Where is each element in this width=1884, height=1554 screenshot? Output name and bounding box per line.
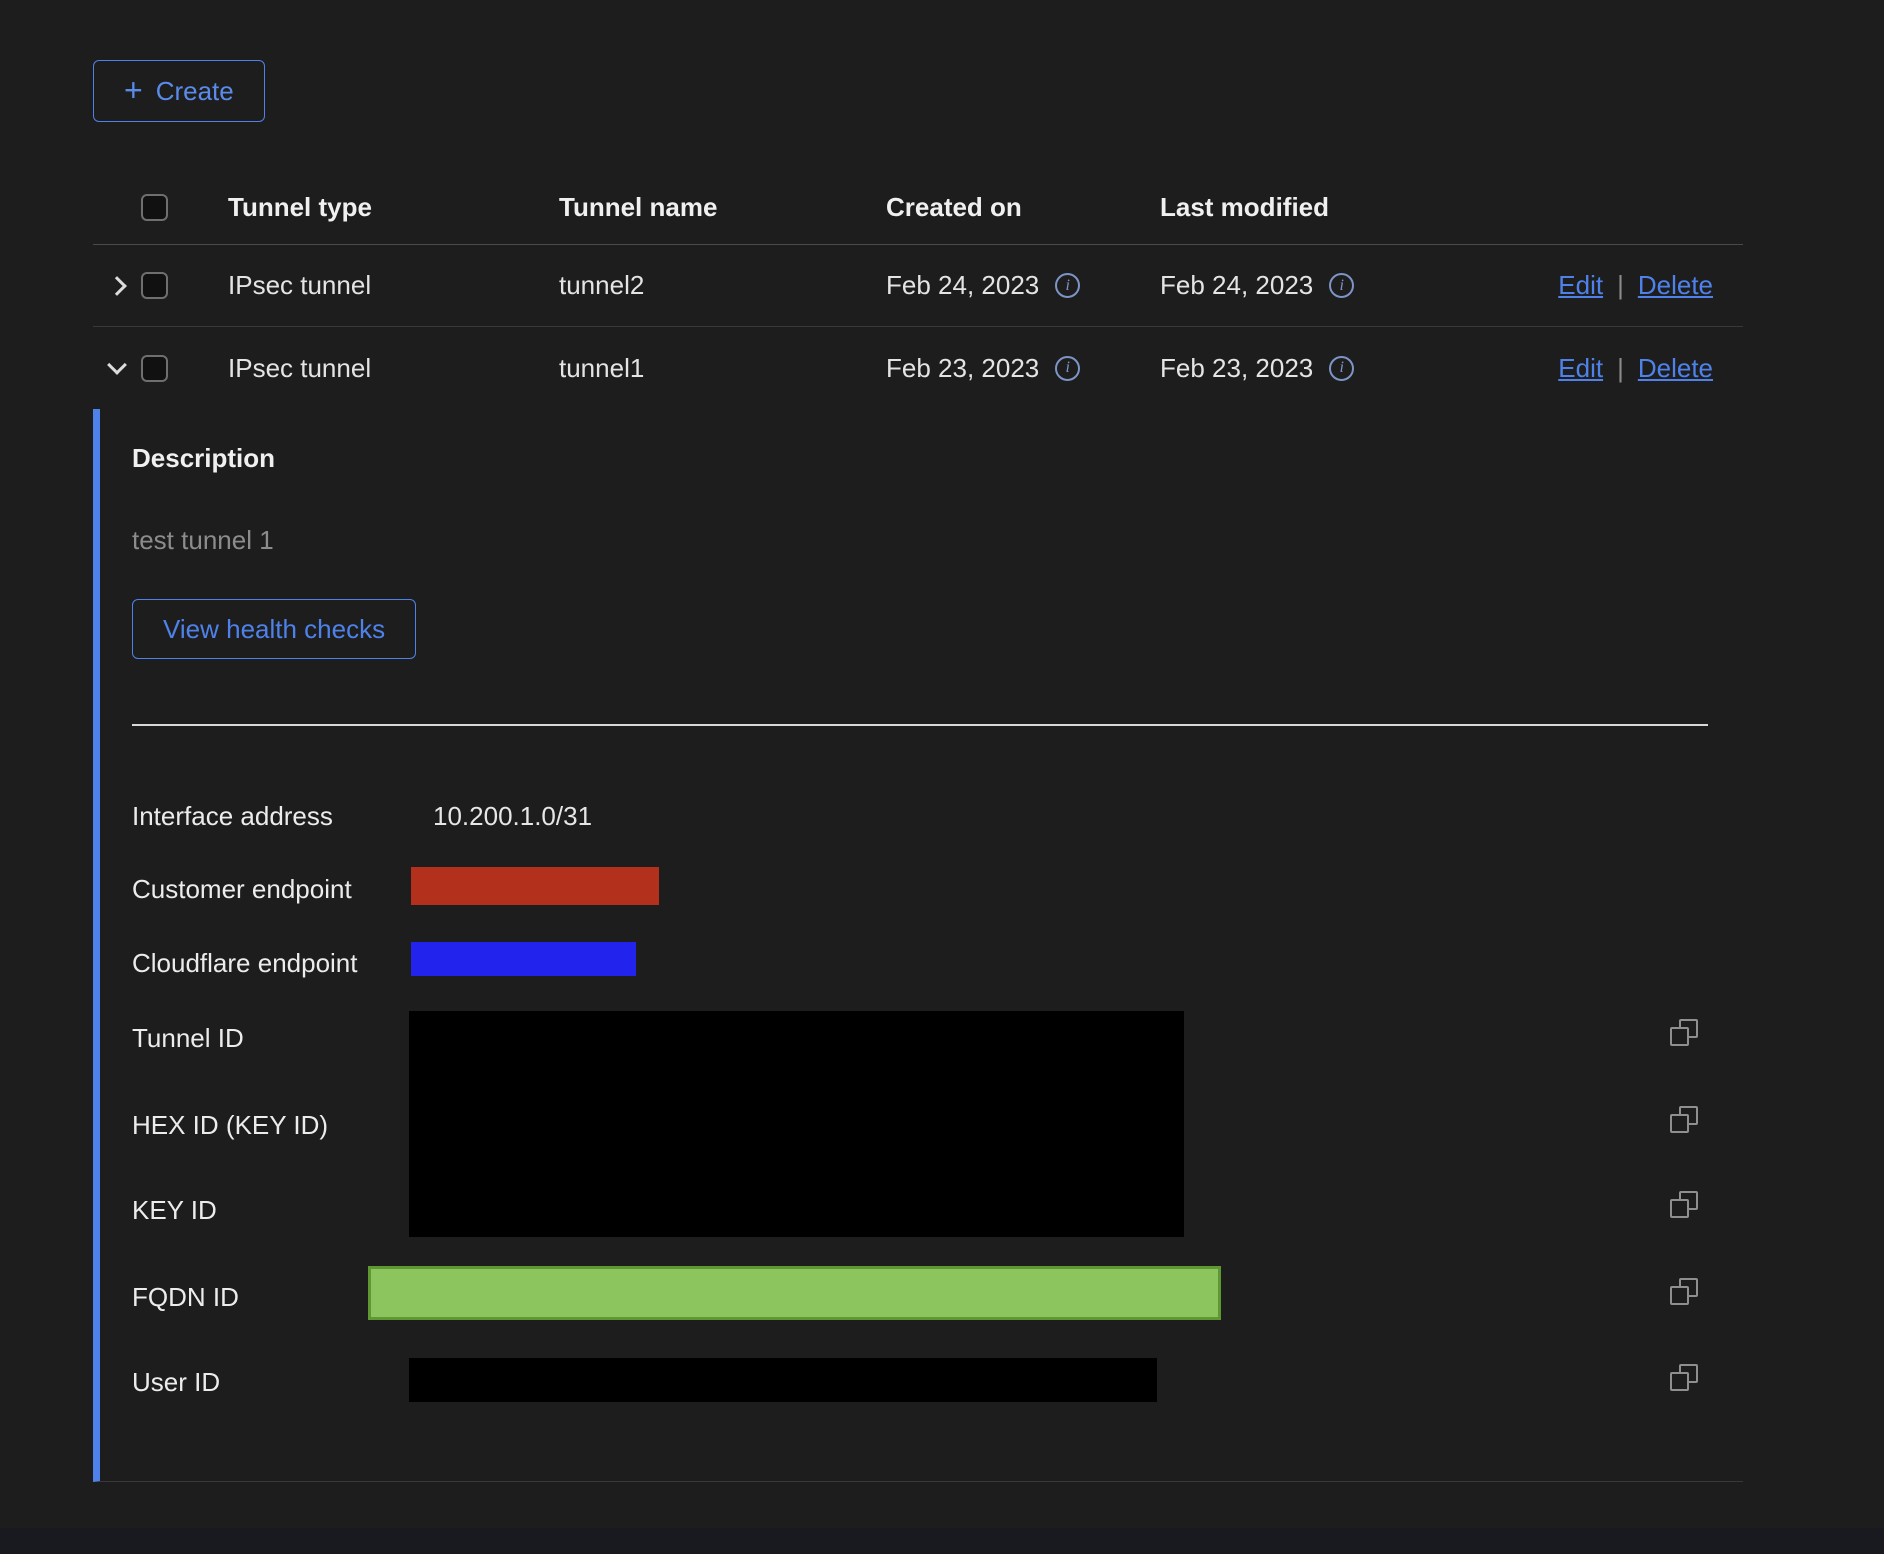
row-checkbox-tunnel1[interactable] <box>141 355 168 382</box>
view-health-checks-button[interactable]: View health checks <box>132 599 416 659</box>
info-glyph: i <box>1340 277 1344 295</box>
copy-icon[interactable] <box>1670 1364 1696 1390</box>
footer-strip <box>0 1528 1884 1554</box>
row-checkbox-cell <box>141 355 203 382</box>
actions-separator: | <box>1617 270 1624 301</box>
created-on-cell: Feb 23, 2023 i <box>886 353 1160 384</box>
row-expander-cell <box>93 279 141 293</box>
created-on-value: Feb 24, 2023 <box>886 270 1039 301</box>
delete-link-tunnel1[interactable]: Delete <box>1638 353 1713 384</box>
info-icon[interactable]: i <box>1055 356 1080 381</box>
table-row-tunnel1: IPsec tunnel tunnel1 Feb 23, 2023 i Feb … <box>93 327 1743 409</box>
actions-separator: | <box>1617 353 1624 384</box>
user-id-redacted-value <box>409 1358 1157 1402</box>
tunnel-type-value: IPsec tunnel <box>203 270 559 301</box>
row-actions-cell: Edit | Delete <box>1503 353 1743 384</box>
info-glyph: i <box>1340 359 1344 377</box>
last-modified-cell: Feb 24, 2023 i <box>1160 270 1503 301</box>
fqdn-id-label: FQDN ID <box>132 1282 239 1312</box>
info-glyph: i <box>1066 359 1070 377</box>
row-checkbox-tunnel2[interactable] <box>141 272 168 299</box>
row-checkbox-cell <box>141 272 203 299</box>
delete-link-tunnel2[interactable]: Delete <box>1638 270 1713 301</box>
interface-address-value: 10.200.1.0/31 <box>433 801 592 831</box>
created-on-value: Feb 23, 2023 <box>886 353 1039 384</box>
header-checkbox-cell <box>141 194 203 221</box>
header-tunnel-name: Tunnel name <box>559 192 886 223</box>
info-glyph: i <box>1066 277 1070 295</box>
key-id-label: KEY ID <box>132 1195 217 1225</box>
copy-icon[interactable] <box>1670 1278 1696 1304</box>
table-row-tunnel2: IPsec tunnel tunnel2 Feb 24, 2023 i Feb … <box>93 245 1743 327</box>
row-actions-cell: Edit | Delete <box>1503 270 1743 301</box>
info-icon[interactable]: i <box>1055 273 1080 298</box>
cloudflare-endpoint-label: Cloudflare endpoint <box>132 948 358 978</box>
copy-icon[interactable] <box>1670 1106 1696 1132</box>
tunnel-table: Tunnel type Tunnel name Created on Last … <box>93 170 1743 409</box>
divider <box>132 724 1708 726</box>
chevron-down-icon[interactable] <box>107 355 127 375</box>
create-button-label: Create <box>156 76 234 107</box>
info-icon[interactable]: i <box>1329 273 1354 298</box>
customer-endpoint-redacted-value <box>411 867 659 905</box>
hex-id-label: HEX ID (KEY ID) <box>132 1110 328 1140</box>
row-expander-cell <box>93 364 141 372</box>
last-modified-value: Feb 24, 2023 <box>1160 270 1313 301</box>
user-id-label: User ID <box>132 1367 220 1397</box>
edit-link-tunnel2[interactable]: Edit <box>1558 270 1603 301</box>
table-header-row: Tunnel type Tunnel name Created on Last … <box>93 170 1743 245</box>
customer-endpoint-label: Customer endpoint <box>132 874 352 904</box>
description-value: test tunnel 1 <box>132 525 274 556</box>
tunnel-detail-panel: Description test tunnel 1 View health ch… <box>93 409 1743 1482</box>
create-button[interactable]: + Create <box>93 60 265 122</box>
header-tunnel-type: Tunnel type <box>203 192 559 223</box>
header-created-on: Created on <box>886 192 1160 223</box>
edit-link-tunnel1[interactable]: Edit <box>1558 353 1603 384</box>
cloudflare-endpoint-redacted-value <box>411 942 636 976</box>
fqdn-id-redacted-value <box>368 1266 1221 1320</box>
select-all-checkbox[interactable] <box>141 194 168 221</box>
ids-redacted-value <box>409 1011 1184 1237</box>
tunnel-name-value: tunnel1 <box>559 353 886 384</box>
copy-icon[interactable] <box>1670 1191 1696 1217</box>
last-modified-value: Feb 23, 2023 <box>1160 353 1313 384</box>
chevron-right-icon[interactable] <box>107 276 127 296</box>
created-on-cell: Feb 24, 2023 i <box>886 270 1160 301</box>
header-last-modified: Last modified <box>1160 192 1503 223</box>
interface-address-label: Interface address <box>132 801 333 831</box>
description-label: Description <box>132 443 275 474</box>
page: + Create Tunnel type Tunnel name Created… <box>0 0 1884 1554</box>
tunnel-type-value: IPsec tunnel <box>203 353 559 384</box>
plus-icon: + <box>124 74 143 106</box>
info-icon[interactable]: i <box>1329 356 1354 381</box>
tunnel-name-value: tunnel2 <box>559 270 886 301</box>
last-modified-cell: Feb 23, 2023 i <box>1160 353 1503 384</box>
copy-icon[interactable] <box>1670 1019 1696 1045</box>
tunnel-id-label: Tunnel ID <box>132 1023 244 1053</box>
